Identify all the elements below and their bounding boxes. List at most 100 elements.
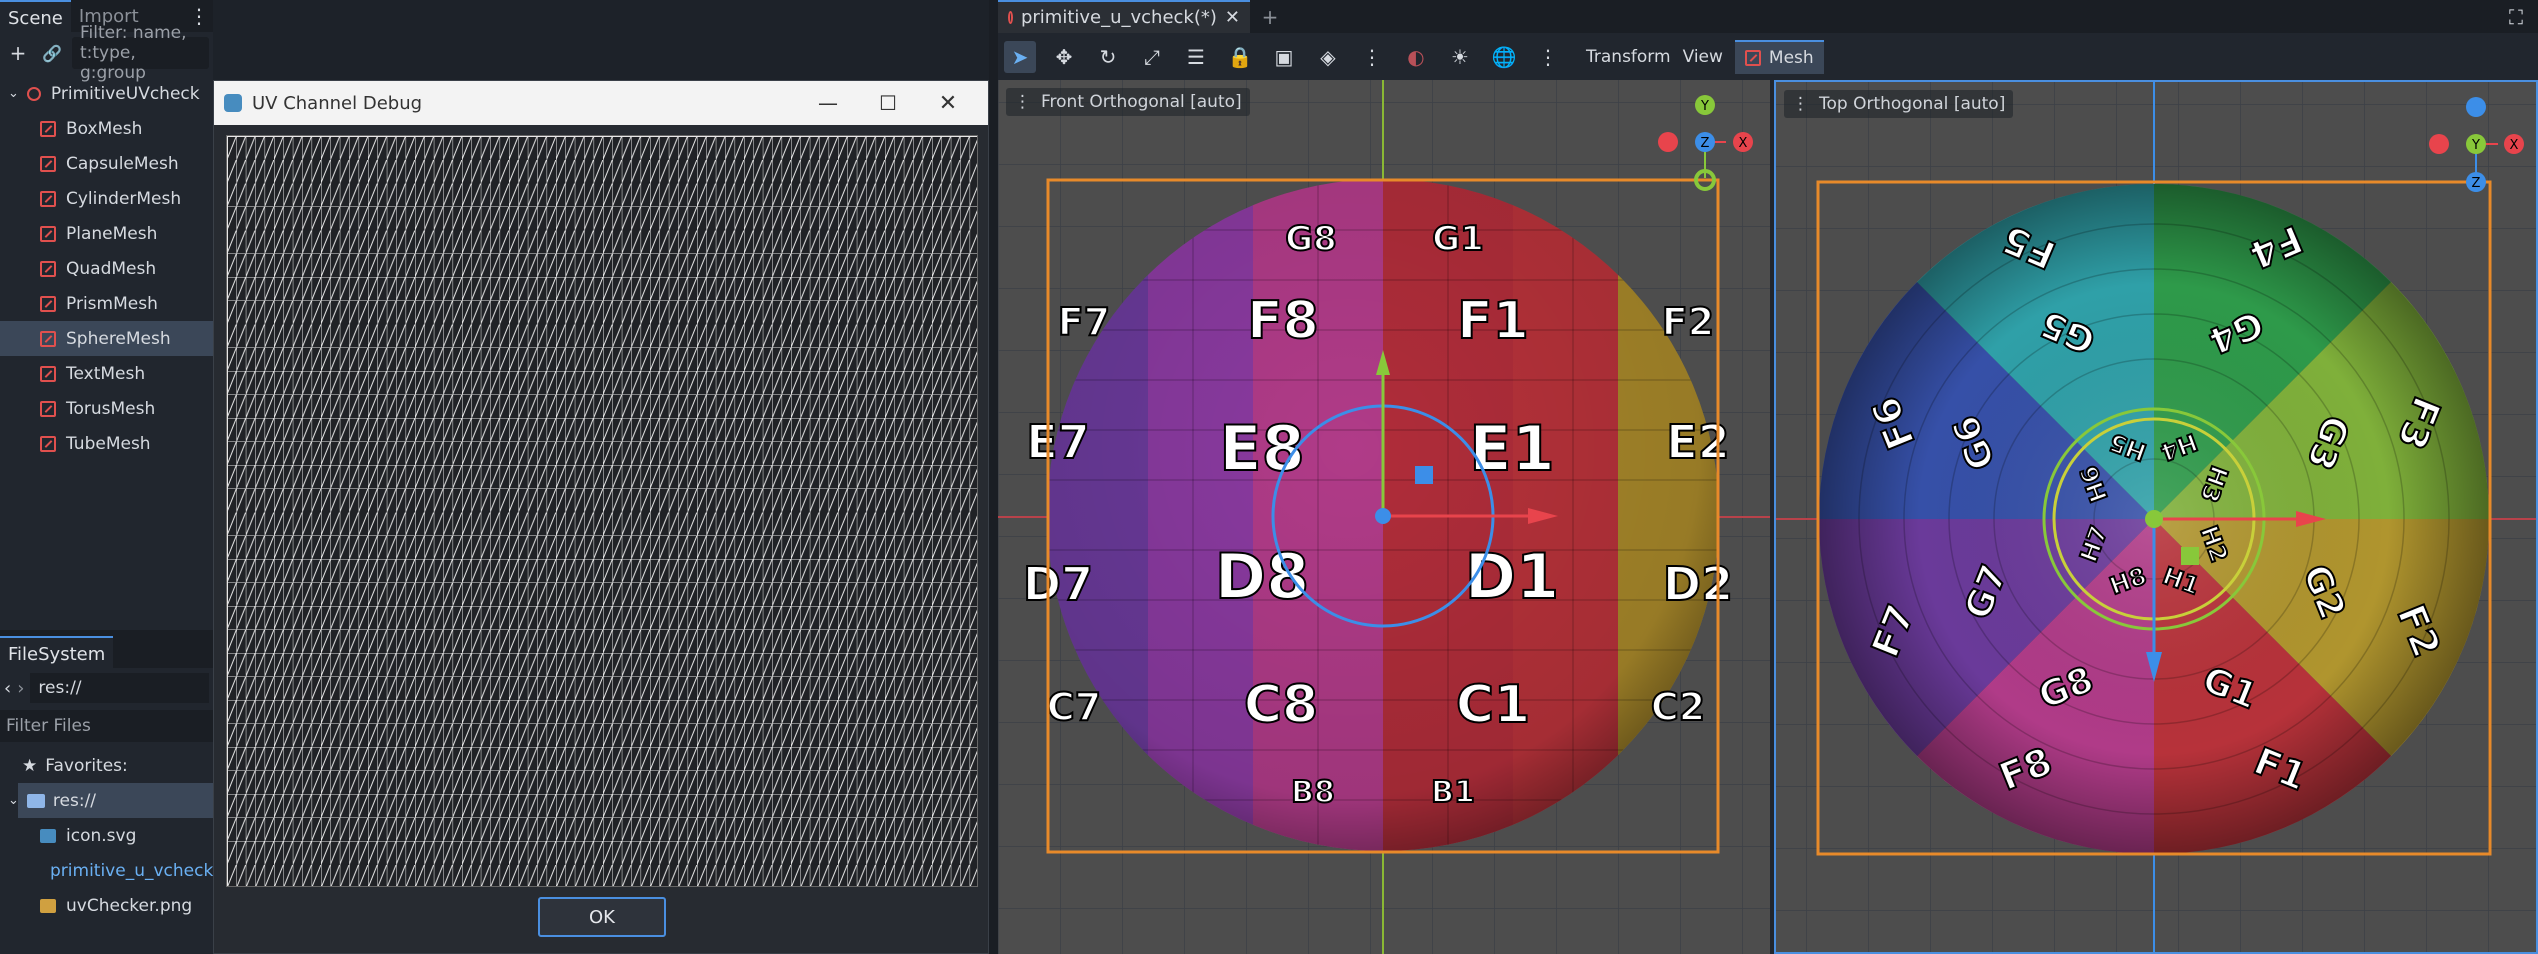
tree-item-label: PrismMesh	[66, 293, 158, 314]
path-input[interactable]: res://	[30, 673, 209, 703]
rotate-tool-icon[interactable]: ↻	[1092, 41, 1124, 73]
axis-x-label: X	[1739, 136, 1748, 151]
close-icon[interactable]: ✕	[918, 91, 978, 116]
sun-icon[interactable]: ☀	[1444, 41, 1476, 73]
file-item[interactable]: uvChecker.png	[0, 888, 213, 923]
svg-file-icon	[40, 828, 56, 843]
top-viewport-canvas[interactable]: F5 F4 G5 G4 F6 G6 F3 G3 H5 H4 H6 H3 H7 H…	[1776, 82, 2538, 954]
snap-icon[interactable]: ⋮	[1356, 41, 1388, 73]
forward-icon[interactable]: ›	[17, 678, 24, 699]
scene-tab[interactable]: primitive_u_vcheck(*) ✕	[998, 0, 1250, 33]
scale-tool-icon[interactable]: ⤢	[1136, 41, 1168, 73]
camera-icon[interactable]: ◐	[1400, 41, 1432, 73]
chevron-down-icon[interactable]: ⌄	[8, 793, 19, 808]
minimize-icon[interactable]: —	[798, 91, 858, 115]
group-icon[interactable]: ▣	[1268, 41, 1300, 73]
axis-y-label: Y	[2471, 138, 2480, 153]
dock-splitter[interactable]	[989, 0, 998, 954]
chevron-down-icon[interactable]: ⌄	[8, 86, 19, 101]
scene-tab-label: primitive_u_vcheck(*)	[1020, 7, 1217, 28]
menu-mesh[interactable]: Mesh	[1734, 39, 1824, 74]
res-root-row[interactable]: ⌄ res://	[8, 783, 213, 818]
tree-item-label: PlaneMesh	[66, 223, 158, 244]
scene-tree: ⌄ PrimitiveUVcheck BoxMesh CapsuleMesh Cyl…	[0, 74, 213, 461]
gizmo-plane-handle[interactable]	[2181, 547, 2199, 565]
ok-button[interactable]: OK	[538, 897, 666, 937]
front-viewport-canvas[interactable]: G8 G1 F7 F8 F1 F2 E7 E8 E1 E2 D7 D8 D1 D…	[998, 80, 1770, 954]
image-file-icon	[40, 898, 56, 913]
link-icon[interactable]: 🔗	[38, 39, 66, 67]
uv-label: D7	[1023, 557, 1093, 611]
mesh-icon	[40, 365, 56, 382]
menu-view[interactable]: View	[1683, 47, 1723, 67]
axis-z-label: Z	[2472, 176, 2481, 191]
uv-label: B8	[1291, 775, 1335, 810]
add-tab-icon[interactable]: +	[1256, 3, 1284, 31]
tree-item-tubemesh[interactable]: TubeMesh	[0, 426, 213, 461]
close-icon[interactable]: ✕	[1225, 7, 1240, 28]
move-tool-icon[interactable]: ✥	[1048, 41, 1080, 73]
mesh-icon	[40, 295, 56, 312]
menu-mesh-label: Mesh	[1768, 47, 1814, 68]
filesystem-dock: FileSystem ‹ › res:// Filter Files ★ Fav…	[0, 630, 213, 954]
viewport-front[interactable]: G8 G1 F7 F8 F1 F2 E7 E8 E1 E2 D7 D8 D1 D…	[998, 80, 1770, 954]
tree-item-planemesh[interactable]: PlaneMesh	[0, 216, 213, 251]
uv-label: F1	[1457, 291, 1529, 351]
menu-transform[interactable]: Transform	[1586, 47, 1671, 67]
gizmo-plane-handle[interactable]	[1415, 466, 1433, 484]
uv-label: D1	[1465, 540, 1560, 613]
favorites-row[interactable]: ★ Favorites:	[0, 748, 213, 783]
file-list: icon.svg primitive_u_vcheck uvChecker.png	[0, 818, 213, 923]
mesh-icon	[40, 400, 56, 417]
environment-icon[interactable]: 🌐	[1488, 41, 1520, 73]
distraction-free-icon[interactable]: ⛶	[2502, 3, 2530, 31]
mesh-icon	[40, 260, 56, 277]
viewport-menu-icon[interactable]: ⋮	[1792, 94, 1809, 114]
filter-files-input[interactable]: Filter Files	[0, 710, 213, 742]
tree-item-spheremesh[interactable]: SphereMesh	[0, 321, 213, 356]
tree-item-quadmesh[interactable]: QuadMesh	[0, 251, 213, 286]
tree-item-capsulemesh[interactable]: CapsuleMesh	[0, 146, 213, 181]
tree-item-torusmesh[interactable]: TorusMesh	[0, 391, 213, 426]
tab-filesystem[interactable]: FileSystem	[0, 636, 114, 668]
maximize-icon[interactable]: ☐	[858, 91, 918, 115]
tree-item-label: BoxMesh	[66, 118, 143, 139]
scene-filter-placeholder: Filter: name, t:type, g:group	[80, 23, 187, 83]
viewport-top-label[interactable]: ⋮ Top Orthogonal [auto]	[1784, 90, 2014, 118]
uv-label: E7	[1026, 415, 1089, 469]
add-node-icon[interactable]: +	[4, 39, 32, 67]
dialog-title: UV Channel Debug	[252, 92, 423, 114]
uv-label: C7	[1047, 685, 1101, 729]
uv-label: E8	[1219, 412, 1305, 485]
viewport-menu-icon[interactable]: ⋮	[1014, 92, 1031, 112]
select-tool-icon[interactable]: ➤	[1004, 40, 1036, 73]
tab-scene[interactable]: Scene	[0, 0, 71, 32]
uv-label: F8	[1247, 291, 1319, 351]
dialog-titlebar[interactable]: UV Channel Debug — ☐ ✕	[214, 81, 988, 125]
file-label: uvChecker.png	[66, 895, 193, 916]
file-item[interactable]: primitive_u_vcheck	[0, 853, 213, 888]
godot-icon	[224, 94, 242, 112]
mesh-icon	[40, 190, 56, 207]
scene-filter-input[interactable]: Filter: name, t:type, g:group	[72, 23, 209, 83]
viewport-toolbar: ➤ ✥ ↻ ⤢ ☰ 🔒 ▣ ◈ ⋮ ◐ ☀ 🌐 ⋮ Transform View…	[998, 33, 2538, 80]
axis-z-label: Z	[1701, 136, 1710, 151]
list-select-icon[interactable]: ☰	[1180, 41, 1212, 73]
uv-label: C2	[1651, 685, 1705, 729]
tree-item-label: TextMesh	[66, 363, 146, 384]
tree-item-boxmesh[interactable]: BoxMesh	[0, 111, 213, 146]
file-label: primitive_u_vcheck	[50, 860, 214, 881]
tree-item-textmesh[interactable]: TextMesh	[0, 356, 213, 391]
file-item[interactable]: icon.svg	[0, 818, 213, 853]
viewport-front-title: Front Orthogonal [auto]	[1041, 92, 1242, 112]
tree-item-prismmesh[interactable]: PrismMesh	[0, 286, 213, 321]
tree-item-label: SphereMesh	[66, 328, 171, 349]
viewport-front-label[interactable]: ⋮ Front Orthogonal [auto]	[1006, 88, 1250, 116]
lock-icon[interactable]: 🔒	[1224, 41, 1256, 73]
more-options-icon[interactable]: ⋮	[1532, 41, 1564, 73]
viewport-top[interactable]: F5 F4 G5 G4 F6 G6 F3 G3 H5 H4 H6 H3 H7 H…	[1774, 80, 2538, 954]
uv-label: B1	[1431, 775, 1475, 810]
local-space-icon[interactable]: ◈	[1312, 41, 1344, 73]
tree-item-cylindermesh[interactable]: CylinderMesh	[0, 181, 213, 216]
back-icon[interactable]: ‹	[4, 678, 11, 699]
